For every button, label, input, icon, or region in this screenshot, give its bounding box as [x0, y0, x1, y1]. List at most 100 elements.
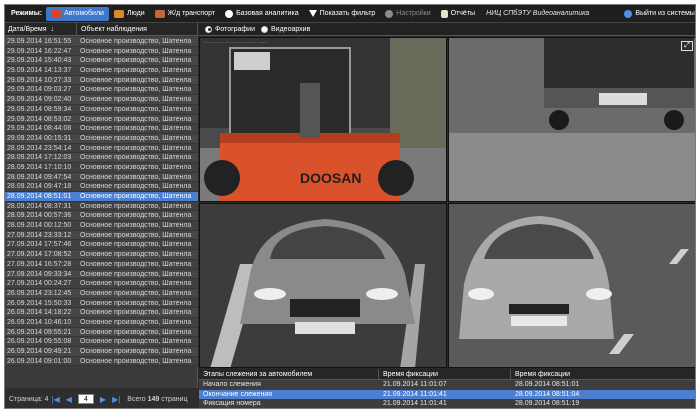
- list-item[interactable]: 26.09.2014 09:55:08 Основное производство…: [5, 337, 198, 347]
- table-row[interactable]: Фиксация номера 21.09.2014 11:01:41 28.0…: [199, 399, 695, 408]
- list-item-date: 26.09.2014 10:46:10: [7, 318, 72, 326]
- forklift-image: DOOSAN: [200, 38, 446, 201]
- list-item-object: Основное производство, Шатенла: [80, 241, 192, 249]
- column-time1-header[interactable]: Время фиксации: [379, 369, 511, 379]
- list-item[interactable]: 29.09.2014 08:53:02 Основное производство…: [5, 114, 198, 125]
- column-stage-header[interactable]: Этапы слежения за автомобилем: [199, 369, 379, 379]
- list-item[interactable]: 26.09.2014 14:18:22 Основное производство…: [5, 308, 198, 318]
- list-item[interactable]: 26.09.2014 09:01:00 Основное производство…: [5, 356, 198, 367]
- list-item-object: Основное производство, Шатенла: [80, 76, 192, 84]
- table-row[interactable]: Начало слежения 21.09.2014 11:01:07 28.0…: [199, 380, 695, 390]
- list-item[interactable]: 28.09.2014 17:10:10 Основное производство…: [5, 162, 198, 173]
- list-item-object: Основное производство, Шатенла: [80, 173, 192, 181]
- show-filter-button[interactable]: Показать фильтр: [304, 7, 381, 21]
- photo-forklift[interactable]: DOOSAN ........ .......... ....... .....…: [199, 37, 447, 202]
- list-item[interactable]: 27.09.2014 17:08:52 Основное производство…: [5, 250, 198, 260]
- reports-button[interactable]: Отчёты: [436, 7, 480, 21]
- list-item-object: Основное производство, Шатенла: [80, 299, 192, 307]
- list-item[interactable]: 28.09.2014 23:54:14 Основное производство…: [5, 143, 198, 154]
- pagination: Страница: 4 |◀ ◀ ▶ ▶| Всего 149 страниц: [5, 388, 198, 408]
- show-filter-label: Показать фильтр: [319, 10, 376, 17]
- table-row-selected[interactable]: Окончание слежения 21.09.2014 11:01:41 2…: [199, 389, 695, 400]
- settings-button[interactable]: Настройки: [380, 7, 435, 21]
- tab-photos[interactable]: Фотографии: [205, 25, 255, 33]
- list-item[interactable]: 26.09.2014 09:49:21 Основное производство…: [5, 347, 198, 357]
- mode-cars-button[interactable]: Автомобили: [46, 6, 109, 21]
- last-page-icon[interactable]: ▶|: [112, 395, 120, 404]
- photo-audi[interactable]: [199, 203, 447, 368]
- list-item-object: Основное производство, Шатенла: [80, 183, 192, 191]
- column-object-label: Объект наблюдения: [81, 25, 147, 33]
- list-item-object: Основное производство, Шатенла: [80, 318, 192, 326]
- column-time2-header[interactable]: Время фиксации: [511, 369, 695, 379]
- list-item[interactable]: 29.09.2014 09:02:40 Основное производство…: [5, 95, 198, 105]
- tab-video-archive[interactable]: Видеоархив: [261, 25, 310, 33]
- list-item[interactable]: 29.09.2014 16:22:47 Основное производство…: [5, 46, 198, 57]
- list-item[interactable]: 28.09.2014 08:51:01 Основное производство…: [5, 192, 198, 202]
- list-item-date: 28.09.2014 17:12:03: [7, 154, 72, 162]
- list-item[interactable]: 28.09.2014 17:12:03 Основное производство…: [5, 153, 198, 163]
- list-item-date: 27.09.2014 23:33:12: [7, 231, 72, 239]
- video-radio[interactable]: [261, 25, 269, 33]
- list-item-object: Основное производство, Шатенла: [80, 125, 192, 133]
- prev-page-icon[interactable]: ◀: [66, 395, 72, 404]
- mode-train-button[interactable]: Ж/д транспорт: [150, 7, 220, 21]
- list-item-object: Основное производство, Шатенла: [80, 105, 192, 113]
- photo-caption: ........ .......... ....... ........ ...…: [203, 39, 268, 44]
- reports-label: Отчёты: [450, 10, 476, 17]
- viewer-tabs: Фотографии Видеоархив: [199, 23, 695, 36]
- mode-menu-bar: Режимы: Автомобили Люди Ж/д транспорт Ба…: [5, 5, 695, 23]
- car-icon: [51, 9, 62, 18]
- list-item[interactable]: 26.09.2014 10:46:10 Основное производство…: [5, 317, 198, 328]
- list-item-object: Основное производство, Шатенла: [80, 47, 192, 55]
- basic-analytics-button[interactable]: Базовая аналитика: [220, 7, 304, 21]
- list-item[interactable]: 27.09.2014 09:33:34 Основное производство…: [5, 269, 198, 280]
- list-item[interactable]: 29.09.2014 09:03:27 Основное производство…: [5, 85, 198, 96]
- list-item-date: 29.09.2014 09:03:27: [7, 86, 72, 94]
- list-item[interactable]: 26.09.2014 15:50:33 Основное производство…: [5, 298, 198, 309]
- total-pages-text: Всего 149 страниц: [127, 396, 187, 403]
- list-item[interactable]: 28.09.2014 00:57:36 Основное производство…: [5, 211, 198, 222]
- list-item[interactable]: 29.09.2014 16:51:55 Основное производство…: [5, 37, 198, 47]
- list-item[interactable]: 27.09.2014 17:57:46 Основное производство…: [5, 240, 198, 251]
- list-item-date: 29.09.2014 16:51:55: [7, 38, 72, 45]
- list-item[interactable]: 29.09.2014 00:15:31 Основное производство…: [5, 133, 198, 144]
- list-item[interactable]: 28.09.2014 09:47:54 Основное производство…: [5, 172, 198, 183]
- list-item[interactable]: 27.09.2014 16:57:28 Основное производство…: [5, 259, 198, 270]
- list-item-object: Основное производство, Шатенла: [80, 270, 192, 278]
- target-icon: [225, 9, 234, 18]
- time1-cell: 21.09.2014 11:01:07: [383, 381, 447, 388]
- column-date-header[interactable]: Дата/Время ↓: [5, 22, 77, 36]
- list-item[interactable]: 27.09.2014 23:33:12 Основное производство…: [5, 230, 198, 241]
- list-item-date: 29.09.2014 08:53:02: [7, 115, 72, 123]
- viewer-panel: Фотографии Видеоархив DOOSAN ........ ..…: [199, 23, 695, 408]
- next-page-icon[interactable]: ▶: [100, 395, 106, 404]
- logout-button[interactable]: Выйти из системы: [619, 7, 695, 21]
- list-item[interactable]: 28.09.2014 09:47:18 Основное производство…: [5, 182, 198, 192]
- list-item[interactable]: 29.09.2014 08:44:08 Основное производство…: [5, 124, 198, 134]
- page-number-input[interactable]: [77, 394, 94, 404]
- list-item[interactable]: 26.09.2014 23:12:45 Основное производство…: [5, 288, 198, 299]
- list-item[interactable]: 26.09.2014 09:55:21 Основное производство…: [5, 327, 198, 338]
- photos-radio[interactable]: [205, 25, 212, 33]
- expand-icon[interactable]: ⤢: [681, 41, 693, 51]
- mode-people-button[interactable]: Люди: [109, 7, 150, 21]
- photo-truck[interactable]: ⤢: [448, 37, 695, 202]
- list-item[interactable]: 27.09.2014 00:24:27 Основное производство…: [5, 279, 198, 289]
- list-item-object: Основное производство, Шатенла: [80, 96, 192, 104]
- list-item[interactable]: 29.09.2014 15:40:43 Основное производство…: [5, 56, 198, 67]
- time1-cell: 21.09.2014 11:01:41: [383, 390, 447, 398]
- list-item-date: 26.09.2014 15:50:33: [7, 299, 72, 307]
- list-item[interactable]: 29.09.2014 14:13:37 Основное производство…: [5, 66, 198, 76]
- list-item-object: Основное производство, Шатенла: [80, 115, 192, 123]
- list-item[interactable]: 28.09.2014 08:37:31 Основное производство…: [5, 201, 198, 212]
- list-item-date: 26.09.2014 09:55:21: [7, 328, 72, 336]
- list-item[interactable]: 29.09.2014 10:27:33 Основное производство…: [5, 75, 198, 86]
- column-object-header[interactable]: Объект наблюдения: [77, 23, 197, 36]
- photo-bmw[interactable]: [448, 203, 695, 368]
- list-item-date: 28.09.2014 08:37:31: [7, 202, 72, 210]
- list-item[interactable]: 28.09.2014 00:12:50 Основное производство…: [5, 221, 198, 231]
- first-page-icon[interactable]: |◀: [52, 395, 60, 404]
- list-item[interactable]: 29.09.2014 08:59:34 Основное производство…: [5, 104, 198, 115]
- list-item-date: 29.09.2014 08:44:08: [7, 125, 72, 133]
